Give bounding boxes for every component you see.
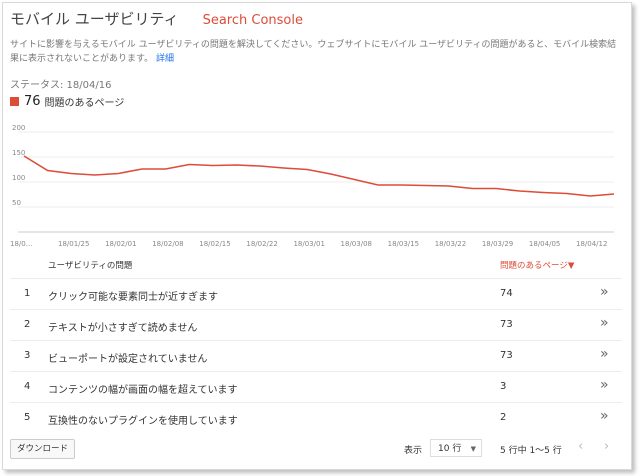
series-line	[23, 155, 615, 197]
x-tick-label: 18/02/01	[105, 240, 136, 248]
table-header: ユーザビリティの問題 問題のあるページ▼	[0, 256, 630, 278]
x-tick-label: 18/01/25	[58, 240, 89, 248]
open-details-icon[interactable]: »	[600, 284, 609, 300]
title-row: モバイル ユーザビリティ Search Console	[10, 8, 303, 28]
details-link[interactable]: 詳細	[156, 54, 174, 64]
table-row[interactable]: 3 ビューポートが設定されていません 73 »	[10, 340, 622, 371]
prev-page-icon[interactable]: ‹	[578, 439, 583, 454]
description: サイトに影響を与えるモバイル ユーザビリティの問題を解決してください。ウェブサイ…	[10, 38, 622, 66]
issue-name: テキストが小さすぎて読めません	[48, 323, 198, 334]
table-row[interactable]: 5 互換性のないプラグインを使用しています 2 »	[10, 402, 622, 433]
table-footer: ダウンロード 表示 10 行 ▼ 5 行中 1〜5 行 ‹ ›	[0, 436, 630, 462]
table-row[interactable]: 2 テキストが小さすぎて読めません 73 »	[10, 309, 622, 340]
dropdown-caret-icon: ▼	[470, 445, 476, 453]
affected-pages-count: 73	[500, 350, 513, 361]
y-tick-label: 200	[12, 124, 25, 132]
issues-table: 1 クリック可能な要素同士が近すぎます 74 » 2 テキストが小さすぎて読めません 73 »…	[10, 278, 622, 433]
issue-name: コンテンツの幅が画面の幅を超えています	[48, 385, 238, 396]
x-tick-label: 18/04/05	[529, 240, 560, 248]
x-tick-label: 18/02/22	[246, 240, 277, 248]
status-date: ステータス: 18/04/16	[10, 80, 112, 91]
brand-label: Search Console	[202, 13, 303, 28]
x-tick-label: 18/0...	[10, 240, 32, 248]
row-number: 5	[24, 412, 31, 423]
y-tick-label: 150	[12, 149, 25, 157]
row-number: 3	[24, 350, 31, 361]
affected-pages-count: 2	[500, 412, 507, 423]
next-page-icon[interactable]: ›	[604, 439, 609, 454]
x-tick-label: 18/04/12	[576, 240, 607, 248]
rows-per-page-label: 表示	[404, 446, 423, 456]
rows-per-page-value: 10 行	[438, 444, 462, 454]
issue-name: 互換性のないプラグインを使用しています	[48, 416, 238, 427]
issue-count-label: 問題のあるページ	[44, 98, 125, 109]
x-tick-label: 18/03/22	[435, 240, 466, 248]
page-title: モバイル ユーザビリティ	[10, 10, 179, 28]
table-row[interactable]: 1 クリック可能な要素同士が近すぎます 74 »	[10, 278, 622, 309]
column-header-pages[interactable]: 問題のあるページ▼	[500, 259, 574, 271]
table-row[interactable]: 4 コンテンツの幅が画面の幅を超えています 3 »	[10, 371, 622, 402]
issue-name: クリック可能な要素同士が近すぎます	[48, 292, 218, 303]
issue-count: 76	[24, 94, 41, 109]
x-tick-label: 18/03/29	[482, 240, 513, 248]
row-number: 4	[24, 381, 31, 392]
y-tick-label: 100	[12, 174, 25, 182]
legend-swatch	[10, 97, 19, 106]
x-tick-label: 18/03/08	[341, 240, 372, 248]
y-tick-label: 50	[12, 199, 21, 207]
issue-count-summary: 76 問題のあるページ	[10, 94, 124, 109]
open-details-icon[interactable]: »	[600, 315, 609, 331]
affected-pages-count: 3	[500, 381, 507, 392]
download-button[interactable]: ダウンロード	[10, 439, 76, 459]
description-text: サイトに影響を与えるモバイル ユーザビリティの問題を解決してください。ウェブサイ…	[10, 40, 617, 64]
row-number: 1	[24, 288, 31, 299]
open-details-icon[interactable]: »	[600, 408, 609, 424]
open-details-icon[interactable]: »	[600, 346, 609, 362]
column-header-issue: ユーザビリティの問題	[48, 261, 133, 271]
x-tick-label: 18/02/15	[199, 240, 230, 248]
affected-pages-count: 74	[500, 288, 513, 299]
affected-pages-count: 73	[500, 319, 513, 330]
x-tick-label: 18/03/15	[388, 240, 419, 248]
x-tick-label: 18/03/01	[293, 240, 324, 248]
row-number: 2	[24, 319, 31, 330]
open-details-icon[interactable]: »	[600, 377, 609, 393]
x-tick-label: 18/02/08	[152, 240, 183, 248]
pagination-range: 5 行中 1〜5 行	[500, 446, 562, 456]
rows-per-page-select[interactable]: 10 行 ▼	[430, 439, 482, 457]
issues-line-chart: 200 150 100 50 18/0... 18/01/25 18/02/01 18/02/…	[10, 124, 615, 248]
issue-name: ビューポートが設定されていません	[48, 354, 208, 365]
